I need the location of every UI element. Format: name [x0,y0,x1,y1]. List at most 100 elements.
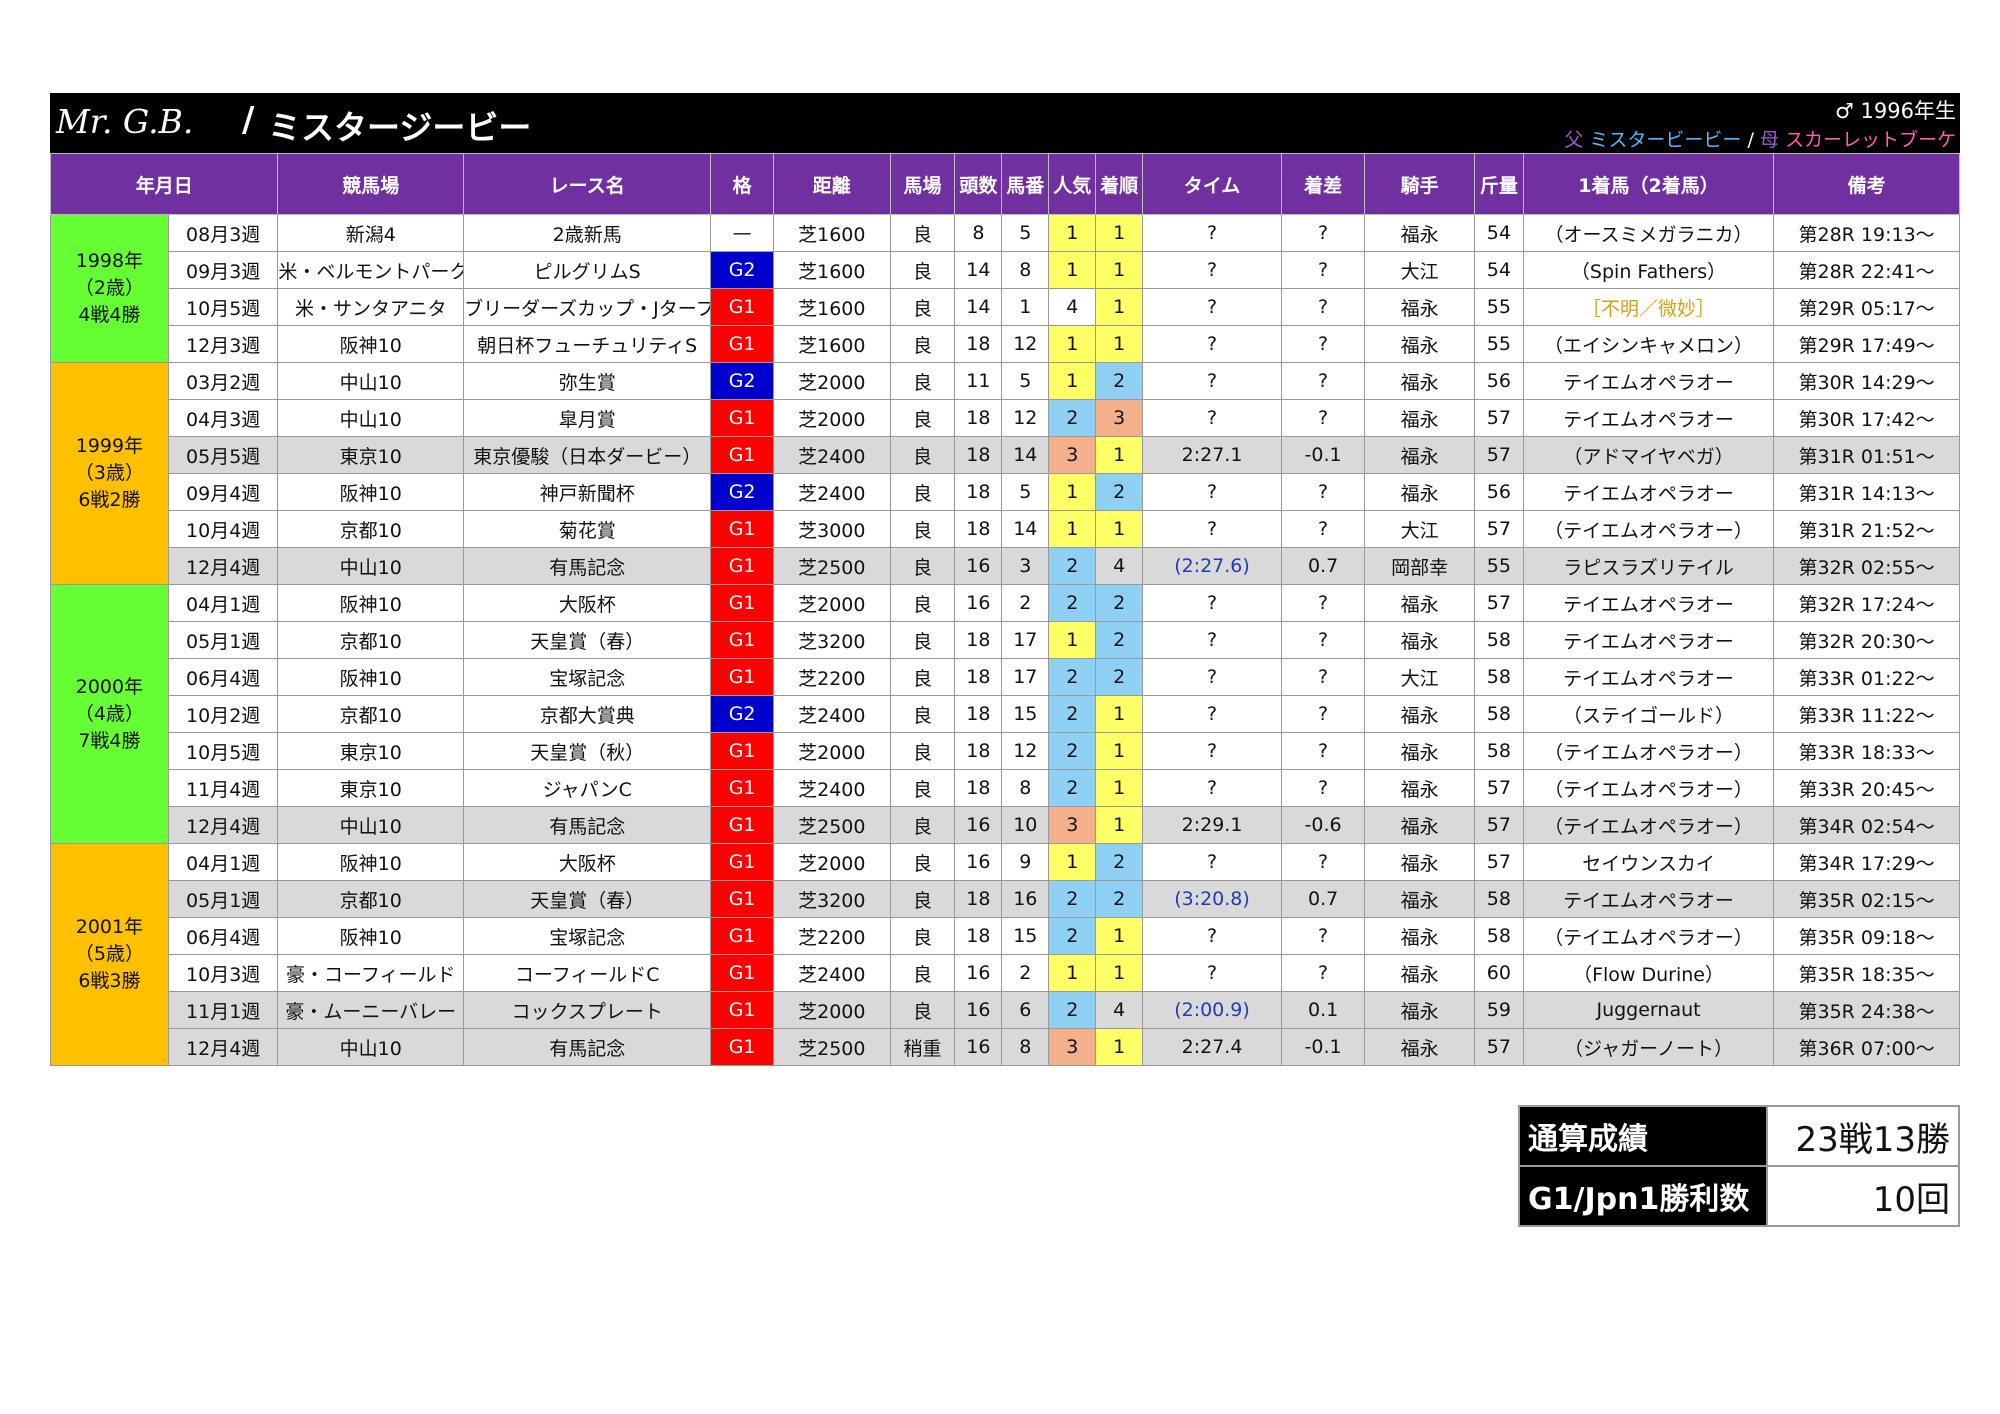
cell-track: 良 [889,695,956,733]
cell-margin: ? [1280,251,1366,289]
horse-name-japanese: ミスタージービー [268,108,532,147]
table-row: 10月3週 豪・コーフィールド コーフィールドC G1 芝2400 良 16 2 1 1?? 福永 6… [51,954,1960,992]
cell-field-size: 14 [954,288,1003,326]
cell-margin: ? [1280,954,1366,992]
cell-notes: 第30R 14:29～ [1773,362,1960,400]
cell-popularity: 2 [1048,399,1097,437]
cell-track: 良 [889,806,956,844]
cell-grade: G1 [710,658,774,696]
col-header-grade: 格 [710,153,774,215]
cell-grade: G1 [710,399,774,437]
cell-track: 良 [889,917,956,955]
cell-jockey: 大江 [1364,658,1475,696]
cell-notes: 第31R 01:51～ [1773,436,1960,474]
cell-finish: 2 [1095,362,1144,400]
cell-time: ? [1142,288,1282,326]
cell-weight: 58 [1473,658,1524,696]
cell-distance: 芝2500 [772,547,891,585]
cell-distance: 芝1600 [772,288,891,326]
cell-race-name: 大阪杯 [463,843,712,881]
cell-horse-number: 8 [1001,769,1050,807]
cell-date: 10月5週 [167,288,279,326]
cell-grade: G1 [710,769,774,807]
cell-horse-number: 1 [1001,288,1050,326]
cell-jockey: 大江 [1364,251,1475,289]
cell-grade: G1 [710,1028,774,1066]
cell-margin: ? [1280,695,1366,733]
cell-jockey: 福永 [1364,621,1475,659]
cell-track: 良 [889,362,956,400]
cell-notes: 第33R 18:33～ [1773,732,1960,770]
cell-finish: 4 [1095,991,1144,1029]
sire-name: ミスタービービー [1589,129,1742,151]
col-header-course: 競馬場 [277,153,465,215]
cell-grade: G2 [710,362,774,400]
cell-field-size: 16 [954,547,1003,585]
cell-margin: ? [1280,214,1366,252]
col-header-notes: 備考 [1773,153,1960,215]
col-header-popularity: 人気 [1048,153,1097,215]
cell-margin: 0.7 [1280,547,1366,585]
cell-margin: ? [1280,473,1366,511]
cell-horse-number: 17 [1001,658,1050,696]
year-group-label: （5歳） [74,943,144,965]
cell-time: ? [1142,954,1282,992]
cell-jockey: 福永 [1364,880,1475,918]
cell-grade: G1 [710,732,774,770]
cell-notes: 第35R 18:35～ [1773,954,1960,992]
table-row: 10月4週 京都10 菊花賞 G1 芝3000 良 18 14 1 1?? 大江 57 （テイエムオペラ… [51,510,1960,548]
cell-finish: 1 [1095,288,1144,326]
cell-time: ? [1142,917,1282,955]
cell-jockey: 福永 [1364,473,1475,511]
cell-field-size: 18 [954,695,1003,733]
cell-winner: テイエムオペラオー [1522,621,1775,659]
cell-date: 12月4週 [167,806,279,844]
cell-winner: セイウンスカイ [1522,843,1775,881]
cell-winner: （テイエムオペラオー） [1522,806,1775,844]
cell-popularity: 2 [1048,547,1097,585]
col-header-date: 年月日 [49,153,279,215]
cell-notes: 第31R 14:13～ [1773,473,1960,511]
cell-time: (2:00.9) [1142,991,1282,1029]
cell-time: ? [1142,325,1282,363]
cell-track: 良 [889,843,956,881]
cell-finish: 1 [1095,436,1144,474]
cell-field-size: 18 [954,510,1003,548]
cell-date: 03月2週 [167,362,279,400]
cell-distance: 芝2000 [772,362,891,400]
cell-jockey: 福永 [1364,399,1475,437]
cell-course: 中山10 [277,547,465,585]
cell-horse-number: 3 [1001,547,1050,585]
cell-race-name: 皐月賞 [463,399,712,437]
cell-horse-number: 10 [1001,806,1050,844]
col-header-margin: 着差 [1280,153,1366,215]
cell-course: 阪神10 [277,473,465,511]
cell-track: 良 [889,436,956,474]
col-header-jockey: 騎手 [1364,153,1475,215]
cell-grade: G1 [710,843,774,881]
cell-time: ? [1142,214,1282,252]
cell-field-size: 18 [954,473,1003,511]
cell-grade: G1 [710,584,774,622]
cell-horse-number: 15 [1001,917,1050,955]
cell-field-size: 14 [954,251,1003,289]
cell-popularity: 1 [1048,251,1097,289]
cell-course: 中山10 [277,362,465,400]
cell-track: 良 [889,621,956,659]
cell-time: ? [1142,658,1282,696]
cell-field-size: 16 [954,806,1003,844]
cell-horse-number: 8 [1001,1028,1050,1066]
cell-field-size: 18 [954,436,1003,474]
cell-finish: 2 [1095,621,1144,659]
cell-race-name: 東京優駿（日本ダービー） [463,436,712,474]
cell-horse-number: 6 [1001,991,1050,1029]
cell-margin: ? [1280,584,1366,622]
table-row: 04月3週 中山10 皐月賞 G1 芝2000 良 18 12 2 3?? 福永 57 テイエムオペラオ… [51,399,1960,437]
cell-notes: 第32R 20:30～ [1773,621,1960,659]
cell-notes: 第33R 11:22～ [1773,695,1960,733]
cell-distance: 芝2400 [772,473,891,511]
cell-course: 京都10 [277,880,465,918]
table-row: 2000年 （4歳） 7戦4勝 04月1週 阪神10 大阪杯 G1 芝2000 良 16 2 2 2??… [50,584,1960,844]
cell-jockey: 福永 [1364,288,1475,326]
cell-jockey: 福永 [1364,325,1475,363]
